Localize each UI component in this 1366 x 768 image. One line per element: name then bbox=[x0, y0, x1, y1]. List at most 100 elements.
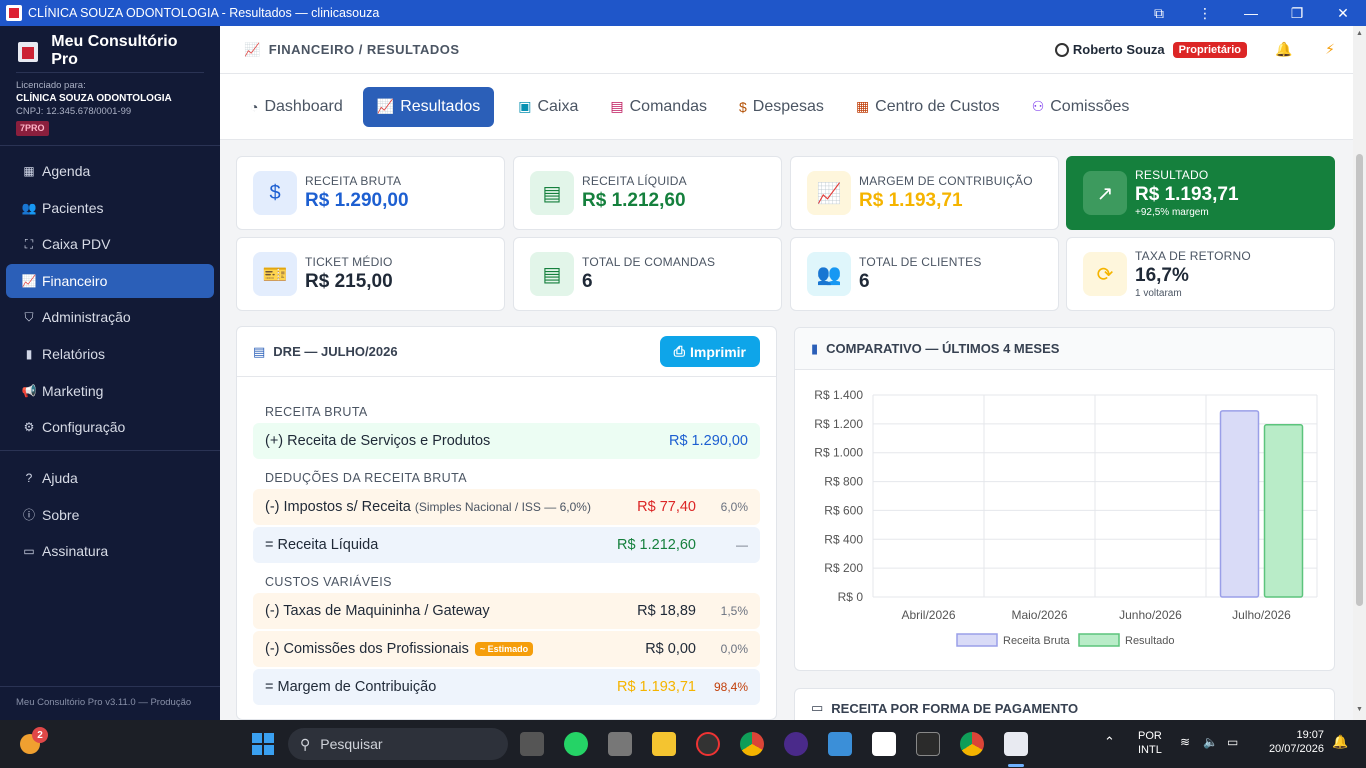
card-value: 6 bbox=[582, 271, 593, 292]
clock[interactable]: 19:07 20/07/2026 bbox=[1260, 729, 1324, 755]
minimize-button[interactable]: — bbox=[1228, 0, 1274, 26]
meu-consultorio-app-icon[interactable] bbox=[1004, 732, 1028, 756]
card-value: R$ 1.212,60 bbox=[582, 190, 686, 211]
card-receita-liquida: ▤ RECEITA LÍQUIDA R$ 1.212,60 bbox=[513, 156, 782, 230]
dollar-icon: $ bbox=[253, 171, 297, 215]
brand[interactable]: Meu Consultório Pro bbox=[0, 26, 220, 68]
sidebar-item-financeiro[interactable]: 📈 Financeiro bbox=[6, 263, 214, 298]
financeiro-tabs: ◔ Dashboard 📈 Resultados ▣ Caixa ▤ Comandas … bbox=[220, 74, 1353, 140]
chevron-up-icon[interactable]: ⌃ bbox=[1104, 734, 1115, 750]
file-explorer-icon[interactable] bbox=[652, 732, 676, 756]
row-value: R$ 1.290,00 bbox=[668, 433, 748, 449]
card-value: R$ 1.290,00 bbox=[305, 190, 409, 211]
window-title: CLÍNICA SOUZA ODONTOLOGIA - Resultados —… bbox=[28, 6, 380, 20]
scrollbar-thumb[interactable] bbox=[1356, 154, 1363, 606]
tab-centro-de-custos[interactable]: ▦ Centro de Custos bbox=[848, 87, 1008, 127]
row-receita-liquida: = Receita Líquida R$ 1.212,60 — bbox=[253, 527, 760, 563]
tab-comissoes[interactable]: ⚇ Comissões bbox=[1024, 87, 1138, 127]
row-pct: 98,4% bbox=[713, 680, 748, 694]
start-button[interactable] bbox=[252, 733, 274, 755]
scroll-down-icon[interactable]: ▼ bbox=[1356, 706, 1363, 713]
row-note: (Simples Nacional / ISS — 6,0%) bbox=[414, 500, 591, 514]
section-deducoes: DEDUÇÕES DA RECEITA BRUTA bbox=[265, 471, 467, 485]
row-value: R$ 1.193,71 bbox=[616, 679, 696, 695]
battery-icon[interactable]: ▭ bbox=[1227, 735, 1238, 749]
task-view-icon[interactable] bbox=[520, 732, 544, 756]
print-button[interactable]: ⎙ Imprimir bbox=[659, 336, 760, 367]
taskbar-search[interactable]: ⚲ Pesquisar bbox=[288, 728, 508, 760]
legend-label: Receita Bruta bbox=[1003, 635, 1071, 647]
row-value: R$ 18,89 bbox=[637, 603, 696, 619]
tab-caixa[interactable]: ▣ Caixa bbox=[510, 87, 586, 127]
page-scrollbar[interactable]: ▲ ▼ bbox=[1353, 26, 1366, 720]
chart-line-icon: 📈 bbox=[21, 273, 37, 288]
card-value: 6 bbox=[859, 271, 870, 292]
sidebar-item-relatorios[interactable]: ▮ Relatórios bbox=[6, 337, 214, 371]
clinic-cnpj: CNPJ: 12.345.678/0001-99 bbox=[16, 106, 132, 117]
sidebar-item-pacientes[interactable]: 👥 Pacientes bbox=[6, 191, 214, 225]
sidebar-item-sobre[interactable]: ⓘ Sobre bbox=[6, 498, 214, 532]
sidebar-item-label: Caixa PDV bbox=[42, 236, 111, 253]
card-sub: +92,5% margem bbox=[1135, 207, 1209, 218]
taskbar: 2 ⚲ Pesquisar ⌃ POR INTL ≋ 🔈 ▭ 19:07 20/… bbox=[0, 720, 1366, 768]
maximize-button[interactable]: ❐ bbox=[1274, 0, 1320, 26]
clock-date: 20/07/2026 bbox=[1268, 743, 1324, 755]
user-menu[interactable]: Roberto Souza Proprietário bbox=[1054, 41, 1247, 58]
y-tick-label: R$ 400 bbox=[824, 532, 863, 546]
wifi-icon[interactable]: ≋ bbox=[1180, 735, 1190, 749]
card-resultado: ↗ RESULTADO R$ 1.193,71 +92,5% margem bbox=[1066, 156, 1335, 230]
close-button[interactable]: ✕ bbox=[1320, 0, 1366, 26]
tab-resultados[interactable]: 📈 Resultados bbox=[362, 86, 495, 127]
extensions-icon[interactable]: ⧉ bbox=[1136, 0, 1182, 26]
tab-label: Caixa bbox=[537, 97, 579, 115]
recorder-icon[interactable] bbox=[696, 732, 720, 756]
sidebar-item-marketing[interactable]: 📢 Marketing bbox=[6, 374, 214, 408]
tab-comandas[interactable]: ▤ Comandas bbox=[602, 87, 715, 127]
sidebar-item-caixa-pdv[interactable]: ⛶ Caixa PDV bbox=[6, 227, 214, 261]
sidebar-item-label: Sobre bbox=[42, 506, 80, 523]
chrome-icon[interactable] bbox=[740, 732, 764, 756]
breadcrumb: 📈 FINANCEIRO / RESULTADOS bbox=[220, 42, 1055, 58]
estimated-chip: ~ Estimado bbox=[474, 642, 534, 657]
role-badge: Proprietário bbox=[1172, 41, 1247, 58]
brand-name: Meu Consultório Pro bbox=[51, 33, 178, 68]
iptv-icon[interactable] bbox=[784, 732, 808, 756]
sidebar-item-configuracao[interactable]: ⚙ Configuração bbox=[6, 410, 214, 444]
widgets-button[interactable]: 2 bbox=[20, 727, 48, 756]
gauge-icon: ◔ bbox=[250, 98, 259, 115]
user-name: Roberto Souza bbox=[1072, 42, 1165, 57]
bike-app-icon[interactable] bbox=[872, 732, 896, 756]
tab-despesas[interactable]: $ Despesas bbox=[731, 87, 832, 127]
whatsapp-icon[interactable] bbox=[564, 732, 588, 756]
app-icon bbox=[6, 5, 22, 21]
notifications-icon[interactable]: 🔔 bbox=[1332, 734, 1348, 750]
credit-card-icon: ▭ bbox=[23, 544, 35, 559]
tab-label: Dashboard bbox=[264, 97, 343, 115]
tab-dashboard[interactable]: ◔ Dashboard bbox=[242, 87, 351, 127]
bolt-icon[interactable]: ⚡ bbox=[1307, 41, 1353, 58]
volume-icon[interactable]: 🔈 bbox=[1203, 735, 1218, 749]
shield-icon: ⛉ bbox=[24, 309, 34, 324]
terminal-icon[interactable] bbox=[916, 732, 940, 756]
legend-swatch bbox=[956, 633, 998, 647]
receipt-icon: ▤ bbox=[530, 171, 574, 215]
menu-dots-icon[interactable]: ⋮ bbox=[1182, 0, 1228, 26]
sidebar-item-ajuda[interactable]: ? Ajuda bbox=[6, 461, 214, 495]
row-desc: (+) Receita de Serviços e Produtos bbox=[265, 433, 491, 449]
bell-icon[interactable]: 🔔 bbox=[1261, 41, 1307, 58]
sidebar-item-administracao[interactable]: ⛉ Administração bbox=[6, 300, 214, 334]
scroll-up-icon[interactable]: ▲ bbox=[1356, 30, 1363, 37]
card-label: RECEITA LÍQUIDA bbox=[582, 174, 687, 188]
row-taxas-maquininha: (-) Taxas de Maquininha / Gateway R$ 18,… bbox=[253, 593, 760, 629]
chrome-icon-2[interactable] bbox=[960, 732, 984, 756]
sidebar-item-assinatura[interactable]: ▭ Assinatura bbox=[6, 534, 214, 568]
calendar-icon: ▦ bbox=[23, 164, 35, 178]
clinic-name: CLÍNICA SOUZA ODONTOLOGIA bbox=[16, 93, 172, 104]
card-receita-bruta: $ RECEITA BRUTA R$ 1.290,00 bbox=[236, 156, 505, 230]
remote-desktop-icon[interactable] bbox=[828, 732, 852, 756]
sidebar-item-agenda[interactable]: ▦ Agenda bbox=[6, 154, 214, 188]
paint-icon[interactable] bbox=[608, 732, 632, 756]
language-indicator[interactable]: POR INTL bbox=[1138, 730, 1162, 756]
active-app-indicator bbox=[1008, 764, 1024, 767]
chart-line-icon: 📈 bbox=[376, 98, 395, 114]
